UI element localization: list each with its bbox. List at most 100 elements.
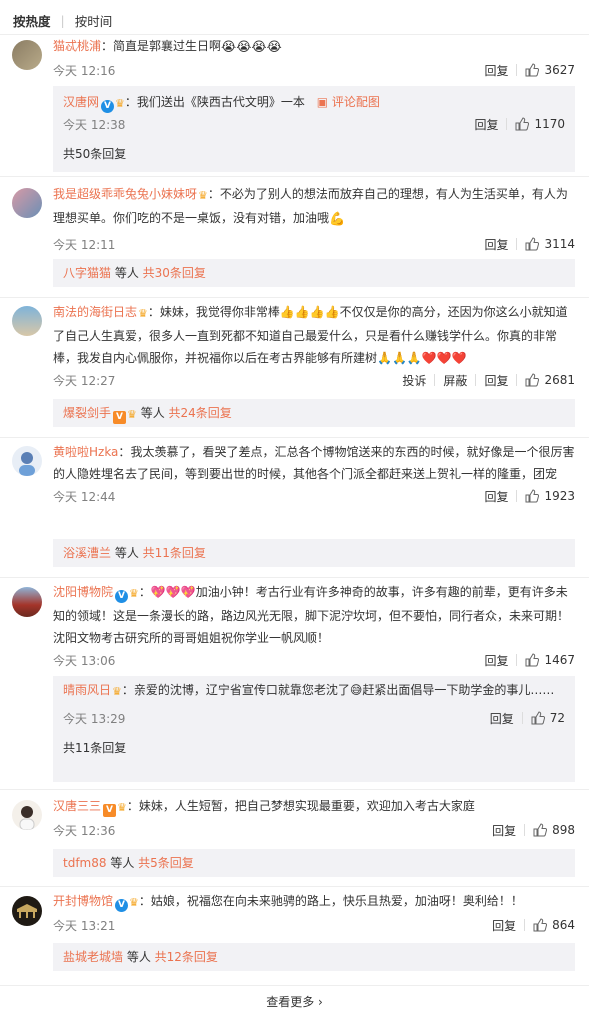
sub-reply-text: 汉唐网 V ♛：我们送出《陕西古代文明》一本 ▣ 评论配图 (63, 89, 565, 115)
reply-button[interactable]: 回复 (484, 917, 524, 934)
comment-time: 今天 12:44 (53, 489, 116, 504)
like-count: 864 (552, 918, 575, 932)
comment-time: 今天 12:11 (53, 237, 116, 252)
more-replies-link[interactable]: 盐城老城墙 等人 共12条回复 (63, 944, 565, 970)
sub-reply-box: 盐城老城墙 等人 共12条回复 (53, 943, 575, 971)
sub-reply-username[interactable]: 汉唐网 (63, 95, 99, 109)
block-button[interactable]: 屏蔽 (435, 372, 475, 389)
museum-logo-icon (17, 904, 37, 918)
reply-username[interactable]: 浴溪漕兰 (63, 546, 111, 560)
avatar[interactable] (12, 446, 42, 476)
comment-username[interactable]: 沈阳博物院 (53, 585, 113, 599)
more-replies-link[interactable]: 共50条回复 (63, 141, 565, 167)
reply-button[interactable]: 回复 (476, 488, 516, 505)
reply-count[interactable]: 共30条回复 (143, 266, 206, 280)
comment-username[interactable]: 南法的海街日志 (53, 305, 137, 319)
like-button[interactable]: 1170 (507, 117, 565, 131)
sub-reply-meta: 今天 12:38 回复 1170 (63, 115, 565, 133)
sort-divider: | (60, 12, 65, 28)
sub-reply-username[interactable]: 晴雨风日 (63, 683, 111, 697)
reply-button[interactable]: 回复 (476, 62, 516, 79)
sort-time-tab[interactable]: 按时间 (75, 11, 113, 30)
comment-meta: 今天 13:06 回复 1467 (53, 651, 575, 669)
divider (0, 985, 589, 986)
reply-username[interactable]: 爆裂剑手 (63, 406, 111, 420)
sort-hot-tab[interactable]: 按热度 (13, 11, 51, 30)
comment-username[interactable]: 猫忒桃浦 (53, 39, 101, 53)
divider (0, 886, 589, 887)
comment-time: 今天 12:16 (53, 63, 116, 78)
comment-text: 我是超级乖乖兔兔小妹妹呀♛：不必为了别人的想法而放弃自己的理想，有人为生活买单，… (53, 183, 575, 231)
reply-count[interactable]: 共5条回复 (138, 856, 194, 870)
avatar[interactable] (12, 188, 42, 218)
like-button[interactable]: 2681 (517, 373, 575, 387)
reply-username[interactable]: 盐城老城墙 (63, 950, 123, 964)
divider (0, 297, 589, 298)
comment-text: 猫忒桃浦：简直是郭襄过生日啊😭😭😭😭 (53, 35, 575, 59)
like-count: 2681 (544, 373, 575, 387)
comment-time: 今天 13:21 (53, 918, 116, 933)
like-count: 1467 (544, 653, 575, 667)
comment-username[interactable]: 汉唐三三 (53, 799, 101, 813)
avatar[interactable] (12, 306, 42, 336)
image-icon: ▣ (316, 95, 329, 109)
report-button[interactable]: 投诉 (394, 372, 434, 389)
sub-reply-content: 我们送出《陕西古代文明》一本 (136, 95, 305, 109)
comment-username[interactable]: 黄啦啦Hzka (53, 445, 118, 459)
sort-bar: 按热度 | 按时间 (13, 10, 112, 30)
sub-reply-box: 爆裂剑手 V ♛ 等人 共24条回复 (53, 399, 575, 427)
reply-count[interactable]: 共12条回复 (155, 950, 218, 964)
reply-username[interactable]: 八字猫猫 (63, 266, 111, 280)
comment-text: 开封博物馆 V ♛：姑娘，祝福您在向未来驰骋的路上，快乐且热爱，加油呀！奥利给！！ (53, 890, 575, 914)
like-count: 1170 (534, 117, 565, 131)
reply-button[interactable]: 回复 (466, 116, 506, 133)
comment-text: 黄啦啦Hzka：我太羡慕了，看哭了差点，汇总各个博物馆送来的东西的时候，就好像是… (53, 445, 575, 481)
comment-time: 今天 13:06 (53, 653, 116, 668)
reply-summary: 等人 (106, 856, 139, 870)
avatar[interactable] (12, 800, 42, 830)
comment-username[interactable]: 我是超级乖乖兔兔小妹妹呀 (53, 187, 197, 201)
reply-button[interactable]: 回复 (484, 822, 524, 839)
comment-meta: 今天 13:21 回复 864 (53, 916, 575, 934)
comment-image-link[interactable]: ▣ 评论配图 (317, 95, 380, 109)
comment-text: 汉唐三三 V ♛：妹妹，人生短暂，把自己梦想实现最重要，欢迎加入考古大家庭 (53, 795, 575, 819)
more-replies-link[interactable]: 爆裂剑手 V ♛ 等人 共24条回复 (63, 400, 565, 426)
reply-summary: 等人 (123, 950, 155, 964)
like-button[interactable]: 898 (525, 823, 575, 837)
reply-button[interactable]: 回复 (476, 236, 516, 253)
load-more-link[interactable]: 查看更多 › (0, 993, 589, 1010)
comment-username[interactable]: 开封博物馆 (53, 894, 113, 908)
comment-text: 南法的海街日志♛：妹妹，我觉得你非常棒👍👍👍👍不仅仅是你的高分，还因为你这么小就… (53, 305, 568, 365)
comment-meta: 今天 12:11 回复 3114 (53, 235, 575, 253)
like-button[interactable]: 1923 (517, 489, 575, 503)
verified-icon: V (103, 804, 117, 817)
reply-button[interactable]: 回复 (482, 710, 522, 727)
reply-count[interactable]: 共24条回复 (169, 406, 232, 420)
like-button[interactable]: 1467 (517, 653, 575, 667)
more-replies-link[interactable]: 浴溪漕兰 等人 共11条回复 (63, 540, 565, 566)
like-button[interactable]: 864 (525, 918, 575, 932)
reply-summary: 等人 (111, 266, 143, 280)
avatar[interactable] (12, 587, 42, 617)
sub-reply-text: 晴雨风日♛：亲爱的沈博，辽宁省宣传口就靠您老沈了😅赶紧出面倡导一下助学金的事儿…… (63, 679, 565, 703)
like-button[interactable]: 3627 (517, 63, 575, 77)
crown-icon: ♛ (129, 587, 139, 600)
crown-icon: ♛ (112, 685, 122, 698)
reply-button[interactable]: 回复 (476, 372, 516, 389)
more-replies-link[interactable]: 八字猫猫 等人 共30条回复 (63, 260, 565, 286)
crown-icon: ♛ (129, 896, 139, 909)
sub-reply-box: 八字猫猫 等人 共30条回复 (53, 259, 575, 287)
thumbs-up-icon (525, 237, 540, 251)
reply-username[interactable]: tdfm88 (63, 856, 107, 870)
like-button[interactable]: 72 (523, 711, 565, 725)
avatar[interactable] (12, 40, 42, 70)
reply-button[interactable]: 回复 (476, 652, 516, 669)
reply-count[interactable]: 共11条回复 (143, 546, 206, 560)
more-replies-link[interactable]: tdfm88 等人 共5条回复 (63, 850, 565, 876)
more-replies-link[interactable]: 共11条回复 (63, 735, 565, 761)
sub-reply-box: 汉唐网 V ♛：我们送出《陕西古代文明》一本 ▣ 评论配图 今天 12:38 回复 … (53, 86, 575, 172)
like-button[interactable]: 3114 (517, 237, 575, 251)
avatar[interactable] (12, 896, 42, 926)
sub-reply-time: 今天 13:29 (63, 711, 126, 726)
comment-meta: 今天 12:27 投诉 屏蔽 回复 2681 (53, 371, 575, 389)
